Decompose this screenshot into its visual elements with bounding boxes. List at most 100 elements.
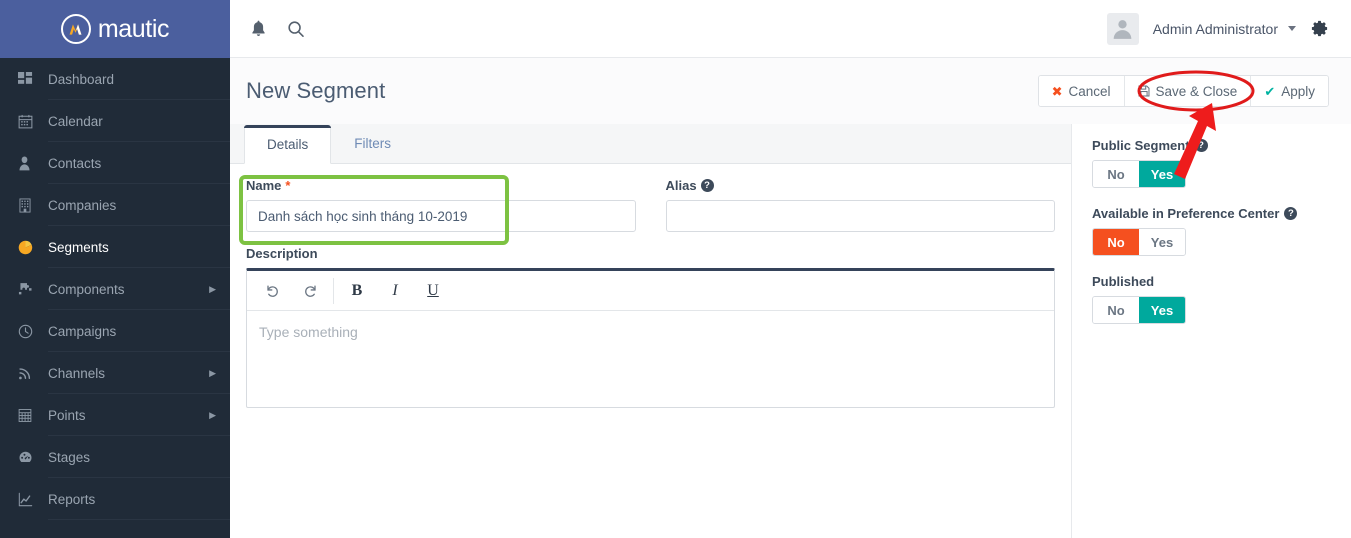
toggle-option-no[interactable]: No bbox=[1093, 229, 1139, 255]
sidebar-item-stages[interactable]: Stages bbox=[0, 436, 230, 478]
clock-icon bbox=[18, 324, 48, 339]
sidebar-item-label: Reports bbox=[48, 491, 96, 507]
apply-label: Apply bbox=[1281, 83, 1315, 99]
toggle-label-text: Available in Preference Center bbox=[1092, 206, 1280, 221]
user-name-label[interactable]: Admin Administrator bbox=[1153, 21, 1278, 37]
mautic-m-logo-icon bbox=[60, 14, 91, 44]
avatar-icon[interactable] bbox=[1106, 12, 1139, 45]
gear-icon[interactable] bbox=[1310, 19, 1329, 38]
details-form: Name * Alias ? Description bbox=[230, 164, 1071, 538]
calendar-icon bbox=[18, 114, 48, 129]
toggle-option-no[interactable]: No bbox=[1093, 297, 1139, 323]
x-icon: ✖ bbox=[1051, 83, 1063, 99]
name-label: Name bbox=[246, 178, 282, 193]
toggle-group-public-segment: Public Segment? No Yes bbox=[1092, 138, 1331, 188]
topbar-right: Admin Administrator bbox=[1106, 12, 1351, 45]
rss-icon bbox=[18, 366, 48, 381]
pie-chart-icon bbox=[18, 240, 48, 255]
yes-no-toggle: No Yes bbox=[1092, 228, 1186, 256]
sidebar-item-channels[interactable]: Channels ▶ bbox=[0, 352, 230, 394]
bell-icon[interactable] bbox=[250, 20, 267, 38]
alias-label: Alias bbox=[665, 178, 697, 193]
sidebar-item-segments[interactable]: Segments bbox=[0, 226, 230, 268]
toggle-label-text: Published bbox=[1092, 274, 1155, 289]
sidebar-nav: Dashboard Calendar Contacts Companies Segmen… bbox=[0, 58, 230, 520]
settings-panel: Public Segment? No Yes Available in Prefere… bbox=[1071, 124, 1351, 538]
table-icon bbox=[18, 408, 48, 423]
sidebar-item-reports[interactable]: Reports bbox=[0, 478, 230, 520]
name-label-row: Name * bbox=[246, 178, 636, 193]
save-close-label: Save & Close bbox=[1155, 83, 1238, 99]
sidebar-item-points[interactable]: Points ▶ bbox=[0, 394, 230, 436]
sidebar-item-label: Channels bbox=[48, 365, 106, 381]
tab-bar: Details Filters bbox=[230, 124, 1071, 164]
toggle-group-label: Public Segment? bbox=[1092, 138, 1331, 153]
sidebar-item-label: Dashboard bbox=[48, 71, 115, 87]
user-icon bbox=[18, 155, 48, 171]
topbar: Admin Administrator bbox=[230, 0, 1351, 58]
sidebar-item-label: Contacts bbox=[48, 155, 102, 171]
sidebar-item-contacts[interactable]: Contacts bbox=[0, 142, 230, 184]
sidebar-item-campaigns[interactable]: Campaigns bbox=[0, 310, 230, 352]
brand-header[interactable]: mautic bbox=[0, 0, 230, 58]
search-icon[interactable] bbox=[287, 20, 305, 38]
toggle-label-text: Public Segment bbox=[1092, 138, 1190, 153]
brand-name: mautic bbox=[97, 14, 170, 43]
mautic-app-window: mautic Dashboard Calendar Contacts Companie… bbox=[0, 0, 1351, 538]
yes-no-toggle: No Yes bbox=[1092, 160, 1186, 188]
cancel-button[interactable]: ✖ Cancel bbox=[1038, 76, 1125, 106]
redo-button[interactable] bbox=[291, 272, 329, 310]
toggle-option-yes[interactable]: Yes bbox=[1139, 161, 1185, 187]
bold-button[interactable]: B bbox=[338, 272, 376, 310]
question-mark-icon[interactable]: ? bbox=[1194, 139, 1208, 152]
description-field: Description B I U Type something bbox=[246, 246, 1055, 408]
alias-field: Alias ? bbox=[665, 178, 1056, 232]
editor-toolbar: B I U bbox=[247, 271, 1054, 311]
toggle-group-published: Published No Yes bbox=[1092, 274, 1331, 324]
sidebar-item-companies[interactable]: Companies bbox=[0, 184, 230, 226]
sidebar-item-label: Stages bbox=[48, 449, 91, 465]
tab-details[interactable]: Details bbox=[244, 125, 332, 164]
page-title: New Segment bbox=[246, 78, 386, 103]
toggle-group-available-in-preference-center: Available in Preference Center? No Yes bbox=[1092, 206, 1331, 256]
chevron-right-icon: ▶ bbox=[209, 409, 216, 420]
brand-logo: mautic bbox=[60, 14, 170, 44]
underline-button[interactable]: U bbox=[414, 272, 452, 310]
description-textarea[interactable]: Type something bbox=[247, 311, 1054, 407]
speedometer-icon bbox=[18, 450, 48, 465]
line-chart-icon bbox=[18, 492, 48, 507]
sidebar-item-label: Segments bbox=[48, 239, 109, 255]
grid-icon bbox=[18, 71, 48, 87]
sidebar-item-calendar[interactable]: Calendar bbox=[0, 100, 230, 142]
italic-button[interactable]: I bbox=[376, 272, 414, 310]
sidebar-item-label: Calendar bbox=[48, 113, 103, 129]
undo-button[interactable] bbox=[253, 272, 291, 310]
toggle-option-yes[interactable]: Yes bbox=[1139, 297, 1185, 323]
page-actions: ✖ Cancel Save & Close ✔ Apply bbox=[1037, 75, 1329, 107]
question-mark-icon[interactable]: ? bbox=[1284, 207, 1298, 220]
apply-button[interactable]: ✔ Apply bbox=[1251, 76, 1328, 106]
save-close-button[interactable]: Save & Close bbox=[1124, 76, 1252, 106]
description-label: Description bbox=[246, 246, 318, 261]
sidebar-item-label: Points bbox=[48, 407, 86, 423]
puzzle-icon bbox=[18, 282, 48, 297]
building-icon bbox=[18, 197, 48, 213]
question-mark-icon[interactable]: ? bbox=[700, 179, 714, 192]
name-input[interactable] bbox=[246, 200, 636, 232]
chevron-down-icon[interactable] bbox=[1288, 26, 1296, 31]
alias-input[interactable] bbox=[665, 200, 1055, 232]
chevron-right-icon: ▶ bbox=[209, 283, 216, 294]
form-row-1: Name * Alias ? bbox=[246, 178, 1055, 232]
toggle-option-yes[interactable]: Yes bbox=[1139, 229, 1185, 255]
tab-filters[interactable]: Filters bbox=[331, 124, 414, 163]
toggle-group-label: Available in Preference Center? bbox=[1092, 206, 1331, 221]
name-field: Name * bbox=[246, 178, 636, 232]
alias-label-row: Alias ? bbox=[666, 178, 1056, 193]
sidebar-item-dashboard[interactable]: Dashboard bbox=[0, 58, 230, 100]
sidebar-item-components[interactable]: Components ▶ bbox=[0, 268, 230, 310]
toggle-option-no[interactable]: No bbox=[1093, 161, 1139, 187]
check-icon: ✔ bbox=[1264, 83, 1276, 99]
sidebar-item-label: Components bbox=[48, 281, 125, 297]
toolbar-divider bbox=[333, 277, 334, 304]
required-asterisk: * bbox=[285, 178, 291, 193]
